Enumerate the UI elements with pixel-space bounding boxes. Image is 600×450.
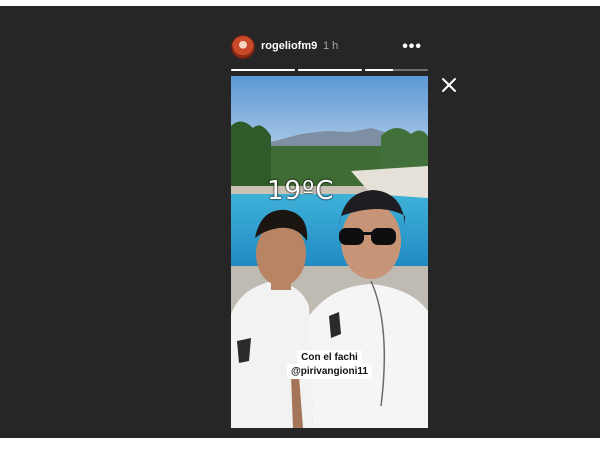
username[interactable]: rogeliofm9 — [261, 40, 317, 52]
progress-segment — [231, 69, 295, 71]
avatar[interactable] — [231, 35, 255, 59]
story-header: rogeliofm9 1 h ••• — [231, 35, 428, 59]
progress-segment — [365, 69, 428, 71]
progress-segment — [298, 69, 362, 71]
progress-fill — [231, 69, 295, 71]
story-media[interactable]: 19ºC Con el fachi @pirivangioni11 — [231, 76, 428, 428]
story-viewer: rogeliofm9 1 h ••• 19ºC Con el fachi @pi… — [0, 6, 600, 438]
progress-fill — [298, 69, 362, 71]
temperature-sticker[interactable]: 19ºC — [267, 176, 335, 206]
story-progress — [231, 69, 428, 72]
close-icon[interactable] — [440, 76, 458, 94]
more-options-icon[interactable]: ••• — [402, 38, 422, 56]
progress-fill — [365, 69, 394, 71]
caption-mention: @pirivangioni11 — [231, 361, 428, 379]
post-time: 1 h — [323, 40, 339, 52]
mention-link[interactable]: @pirivangioni11 — [287, 364, 372, 379]
